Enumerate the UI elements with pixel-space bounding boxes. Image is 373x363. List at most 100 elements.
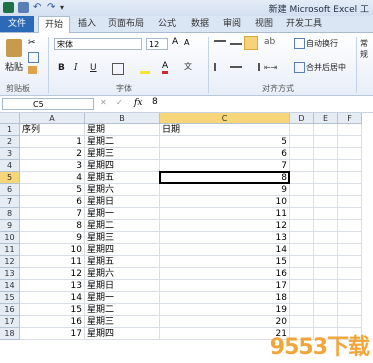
cell-e10[interactable] bbox=[314, 232, 338, 244]
cell-a9[interactable]: 8 bbox=[20, 220, 85, 232]
name-box[interactable]: C5 bbox=[2, 98, 94, 110]
cell-a1[interactable]: 序列 bbox=[20, 124, 85, 136]
cell-f2[interactable] bbox=[338, 136, 362, 148]
tab-file[interactable]: 文件 bbox=[0, 16, 34, 32]
format-painter-icon[interactable] bbox=[28, 66, 37, 74]
cell-f1[interactable] bbox=[338, 124, 362, 136]
row-header[interactable]: 11 bbox=[0, 244, 20, 256]
row-header[interactable]: 18 bbox=[0, 328, 20, 340]
save-icon[interactable] bbox=[18, 2, 29, 13]
cell-c12[interactable]: 15 bbox=[160, 256, 290, 268]
row-header[interactable]: 1 bbox=[0, 124, 20, 136]
border-icon[interactable] bbox=[112, 63, 124, 75]
cell-f8[interactable] bbox=[338, 208, 362, 220]
cell-b9[interactable]: 星期二 bbox=[85, 220, 160, 232]
cell-e11[interactable] bbox=[314, 244, 338, 256]
cell-a10[interactable]: 9 bbox=[20, 232, 85, 244]
wrap-text-icon[interactable] bbox=[294, 38, 305, 49]
merge-center-icon[interactable] bbox=[294, 62, 305, 73]
cell-a4[interactable]: 3 bbox=[20, 160, 85, 172]
column-header-c[interactable]: C bbox=[160, 113, 290, 124]
cell-e3[interactable] bbox=[314, 148, 338, 160]
cell-f6[interactable] bbox=[338, 184, 362, 196]
wrap-text-button[interactable]: 自动换行 bbox=[306, 38, 338, 49]
tab-view[interactable]: 视图 bbox=[250, 16, 278, 32]
cell-f9[interactable] bbox=[338, 220, 362, 232]
cell-e6[interactable] bbox=[314, 184, 338, 196]
cell-b17[interactable]: 星期三 bbox=[85, 316, 160, 328]
tab-review[interactable]: 审阅 bbox=[218, 16, 246, 32]
cell-c1[interactable]: 日期 bbox=[160, 124, 290, 136]
cell-a16[interactable]: 15 bbox=[20, 304, 85, 316]
cell-b7[interactable]: 星期日 bbox=[85, 196, 160, 208]
orientation-icon[interactable]: ab bbox=[264, 37, 275, 47]
cell-d16[interactable] bbox=[290, 304, 314, 316]
cell-f3[interactable] bbox=[338, 148, 362, 160]
cell-b14[interactable]: 星期日 bbox=[85, 280, 160, 292]
cell-e12[interactable] bbox=[314, 256, 338, 268]
align-left-icon[interactable] bbox=[214, 63, 228, 71]
cell-f7[interactable] bbox=[338, 196, 362, 208]
cell-b6[interactable]: 星期六 bbox=[85, 184, 160, 196]
cell-d15[interactable] bbox=[290, 292, 314, 304]
row-header[interactable]: 9 bbox=[0, 220, 20, 232]
cell-d5[interactable] bbox=[290, 172, 314, 184]
cell-e16[interactable] bbox=[314, 304, 338, 316]
cell-c14[interactable]: 17 bbox=[160, 280, 290, 292]
font-color-icon[interactable]: A bbox=[162, 61, 169, 74]
cell-c15[interactable]: 18 bbox=[160, 292, 290, 304]
cut-icon[interactable]: ✂ bbox=[28, 38, 36, 48]
cell-f13[interactable] bbox=[338, 268, 362, 280]
cell-d9[interactable] bbox=[290, 220, 314, 232]
row-header[interactable]: 3 bbox=[0, 148, 20, 160]
tab-home[interactable]: 开始 bbox=[38, 16, 70, 33]
align-right-icon[interactable] bbox=[246, 63, 260, 71]
bold-button[interactable]: B bbox=[58, 63, 65, 73]
cell-d2[interactable] bbox=[290, 136, 314, 148]
cell-c6[interactable]: 9 bbox=[160, 184, 290, 196]
cell-a13[interactable]: 12 bbox=[20, 268, 85, 280]
tab-insert[interactable]: 插入 bbox=[72, 16, 102, 32]
cell-f5[interactable] bbox=[338, 172, 362, 184]
column-header-b[interactable]: B bbox=[85, 113, 160, 124]
row-header[interactable]: 6 bbox=[0, 184, 20, 196]
cell-c3[interactable]: 6 bbox=[160, 148, 290, 160]
cell-b16[interactable]: 星期二 bbox=[85, 304, 160, 316]
number-format-label[interactable]: 常规 bbox=[360, 38, 373, 60]
merge-center-button[interactable]: 合并后居中 bbox=[306, 62, 346, 73]
cell-c10[interactable]: 13 bbox=[160, 232, 290, 244]
cell-c13[interactable]: 16 bbox=[160, 268, 290, 280]
cell-d1[interactable] bbox=[290, 124, 314, 136]
cell-f4[interactable] bbox=[338, 160, 362, 172]
cell-a8[interactable]: 7 bbox=[20, 208, 85, 220]
tab-developer[interactable]: 开发工具 bbox=[282, 16, 326, 32]
column-header-d[interactable]: D bbox=[290, 113, 314, 124]
cell-a5[interactable]: 4 bbox=[20, 172, 85, 184]
undo-icon[interactable]: ↶ bbox=[33, 2, 44, 13]
cell-b3[interactable]: 星期三 bbox=[85, 148, 160, 160]
underline-button[interactable]: U bbox=[90, 63, 97, 73]
cell-d6[interactable] bbox=[290, 184, 314, 196]
cell-b13[interactable]: 星期六 bbox=[85, 268, 160, 280]
cell-d12[interactable] bbox=[290, 256, 314, 268]
cell-a17[interactable]: 16 bbox=[20, 316, 85, 328]
cell-e17[interactable] bbox=[314, 316, 338, 328]
cell-d11[interactable] bbox=[290, 244, 314, 256]
row-header[interactable]: 17 bbox=[0, 316, 20, 328]
tab-formulas[interactable]: 公式 bbox=[152, 16, 182, 32]
row-header[interactable]: 8 bbox=[0, 208, 20, 220]
cell-a6[interactable]: 5 bbox=[20, 184, 85, 196]
paste-icon[interactable] bbox=[6, 39, 22, 57]
cell-a18[interactable]: 17 bbox=[20, 328, 85, 340]
row-header[interactable]: 15 bbox=[0, 292, 20, 304]
cell-b5[interactable]: 星期五 bbox=[85, 172, 160, 184]
cell-b2[interactable]: 星期二 bbox=[85, 136, 160, 148]
cell-a2[interactable]: 1 bbox=[20, 136, 85, 148]
cell-b12[interactable]: 星期五 bbox=[85, 256, 160, 268]
cell-d3[interactable] bbox=[290, 148, 314, 160]
cell-f17[interactable] bbox=[338, 316, 362, 328]
cell-c9[interactable]: 12 bbox=[160, 220, 290, 232]
cell-b18[interactable]: 星期四 bbox=[85, 328, 160, 340]
tab-data[interactable]: 数据 bbox=[186, 16, 214, 32]
cell-f11[interactable] bbox=[338, 244, 362, 256]
